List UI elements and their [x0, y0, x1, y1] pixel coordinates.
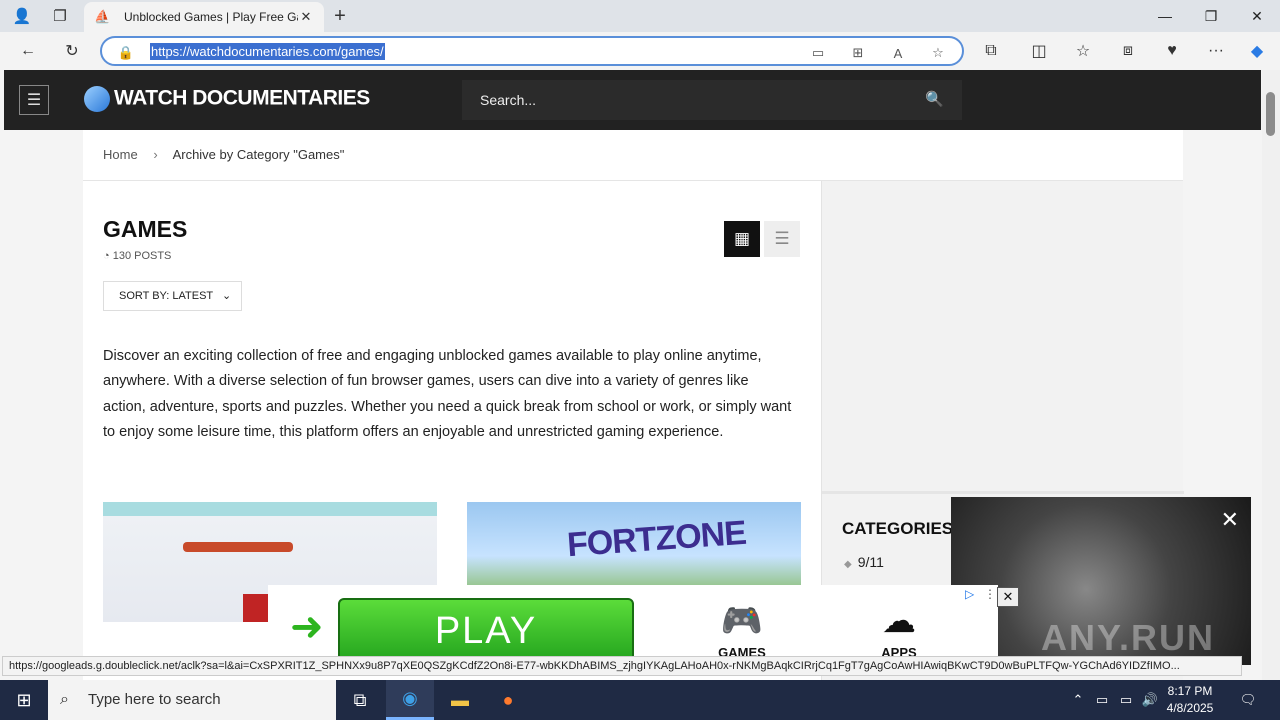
category-description: Discover an exciting collection of free … — [103, 348, 792, 440]
taskbar: ⊞ ⌕ Type here to search ⧉ ◉ ▬ ● ⌃ ▭ ▭ 🔊 … — [0, 680, 1280, 720]
notifications-icon[interactable]: 🗨 — [1236, 680, 1260, 720]
sort-dropdown[interactable]: SORT BY: LATEST ⌄ — [103, 281, 242, 311]
windows-start-icon[interactable]: ⊞ — [0, 680, 48, 720]
scrollbar-thumb[interactable] — [1266, 92, 1275, 136]
close-ad-icon[interactable]: ✕ — [997, 587, 1019, 607]
clock-date: 4/8/2025 — [1166, 701, 1214, 715]
collections-icon[interactable]: ⧈ — [1116, 39, 1140, 63]
extensions-icon[interactable]: ⧉ — [979, 39, 1003, 63]
performance-icon[interactable]: ♥ — [1160, 39, 1184, 63]
address-bar[interactable]: 🔒 https://watchdocumentaries.com/games/ … — [100, 36, 964, 66]
card-logo-text: FORTZONE — [565, 513, 748, 565]
category-item[interactable]: ◆ 9/11 — [844, 554, 884, 570]
copilot-icon[interactable]: ◆ — [1245, 39, 1269, 63]
logo-text: WATCH DOCUMENTARIES — [114, 86, 370, 110]
url-text[interactable]: https://watchdocumentaries.com/games/ — [150, 43, 385, 60]
minimize-icon[interactable]: — — [1142, 0, 1188, 32]
breadcrumb: Home › Archive by Category "Games" — [103, 147, 344, 162]
breadcrumb-separator: › — [153, 147, 158, 162]
page-viewport: ☰ WATCH DOCUMENTARIES Search... 🔍 Home ›… — [0, 70, 1262, 682]
breadcrumb-home[interactable]: Home — [103, 147, 138, 162]
firefox-icon[interactable]: ● — [484, 680, 532, 720]
download-cloud-icon: ☁ — [882, 602, 916, 640]
split-screen-icon[interactable]: ◫ — [1027, 39, 1051, 63]
edge-favicon: ⛵ — [94, 9, 111, 24]
network-icon[interactable]: ▭ — [1116, 680, 1136, 720]
apps-icon[interactable]: ⊞ — [848, 43, 868, 63]
close-icon[interactable]: ✕ — [1221, 507, 1239, 533]
lock-icon[interactable]: 🔒 — [116, 43, 136, 63]
tab-active[interactable]: ⛵ Unblocked Games | Play Free Gar ✕ — [84, 2, 324, 32]
browser-toolbar: ← ↻ 🔒 https://watchdocumentaries.com/gam… — [0, 32, 1280, 70]
tab-title: Unblocked Games | Play Free Gar — [124, 10, 298, 24]
banner-ad[interactable]: ➜ PLAY 🎮 GAMES ☁ APPS ▷ ⋮ ✕ — [268, 585, 1019, 668]
search-placeholder: Search... — [480, 92, 537, 108]
categories-title: CATEGORIES — [842, 519, 954, 538]
show-hidden-icons[interactable]: ⌃ — [1068, 680, 1088, 720]
car-shape — [183, 542, 293, 552]
close-window-icon[interactable]: ✕ — [1234, 0, 1280, 32]
taskbar-search-input[interactable]: ⌕ Type here to search — [48, 680, 336, 720]
adchoices-icon[interactable]: ▷ — [965, 587, 974, 601]
favorites-icon[interactable]: ☆ — [1071, 39, 1095, 63]
sort-label: SORT BY: LATEST — [119, 290, 213, 302]
system-clock[interactable]: 8:17 PM 4/8/2025 — [1160, 683, 1220, 717]
new-tab-icon[interactable]: + — [328, 4, 352, 28]
task-view-icon[interactable]: ⧉ — [336, 680, 384, 720]
file-explorer-icon[interactable]: ▬ — [436, 680, 484, 720]
refresh-icon[interactable]: ↻ — [60, 39, 84, 63]
close-tab-icon[interactable]: ✕ — [298, 9, 314, 25]
arrow-icon: ➜ — [290, 605, 324, 649]
clock-time: 8:17 PM — [1167, 684, 1213, 698]
hamburger-icon[interactable]: ☰ — [19, 85, 49, 115]
tab-actions-icon[interactable]: ❐ — [48, 4, 72, 28]
read-aloud-icon[interactable]: A — [888, 43, 908, 63]
volume-icon[interactable]: 🔊 — [1140, 680, 1160, 720]
logo-mark-icon — [84, 86, 110, 112]
ad-menu-icon[interactable]: ⋮ — [984, 587, 996, 601]
search-icon[interactable]: 🔍 — [925, 80, 944, 120]
rss-icon: ◔ — [103, 250, 113, 262]
breadcrumb-current: Archive by Category "Games" — [172, 147, 345, 162]
category-label: 9/11 — [857, 554, 884, 570]
grid-view-icon[interactable]: ▦ — [724, 221, 760, 257]
post-count-text: 130 POSTS — [112, 250, 172, 262]
site-header: ☰ WATCH DOCUMENTARIES Search... 🔍 — [4, 70, 1261, 130]
restore-icon[interactable]: ❐ — [1188, 0, 1234, 32]
gamepad-icon: 🎮 — [720, 602, 764, 640]
scrollbar[interactable] — [1262, 70, 1280, 682]
status-url: https://googleads.g.doubleclick.net/aclk… — [2, 656, 1242, 676]
more-icon[interactable]: ··· — [1204, 39, 1228, 63]
chevron-down-icon: ⌄ — [222, 290, 232, 302]
taskbar-search-placeholder: Type here to search — [88, 691, 221, 708]
edge-taskbar-icon[interactable]: ◉ — [386, 680, 434, 720]
browser-titlebar: 👤 ❐ ⛵ Unblocked Games | Play Free Gar ✕ … — [0, 0, 1280, 32]
post-count: ◔ 130 POSTS — [103, 250, 171, 262]
favorite-star-icon[interactable]: ☆ — [928, 43, 948, 63]
site-search-input[interactable]: Search... 🔍 — [462, 80, 962, 120]
watermark: ANY.RUN — [1041, 617, 1216, 658]
list-view-icon[interactable]: ☰ — [764, 221, 800, 257]
cast-icon[interactable]: ▭ — [808, 43, 828, 63]
meet-now-icon[interactable]: ▭ — [1092, 680, 1112, 720]
site-logo[interactable]: WATCH DOCUMENTARIES — [84, 86, 370, 112]
search-icon: ⌕ — [60, 691, 69, 708]
page-title: GAMES — [103, 216, 188, 242]
bullet-icon: ◆ — [844, 559, 852, 570]
divider — [822, 491, 1184, 494]
profile-icon[interactable]: 👤 — [10, 4, 34, 28]
back-icon[interactable]: ← — [16, 39, 40, 63]
